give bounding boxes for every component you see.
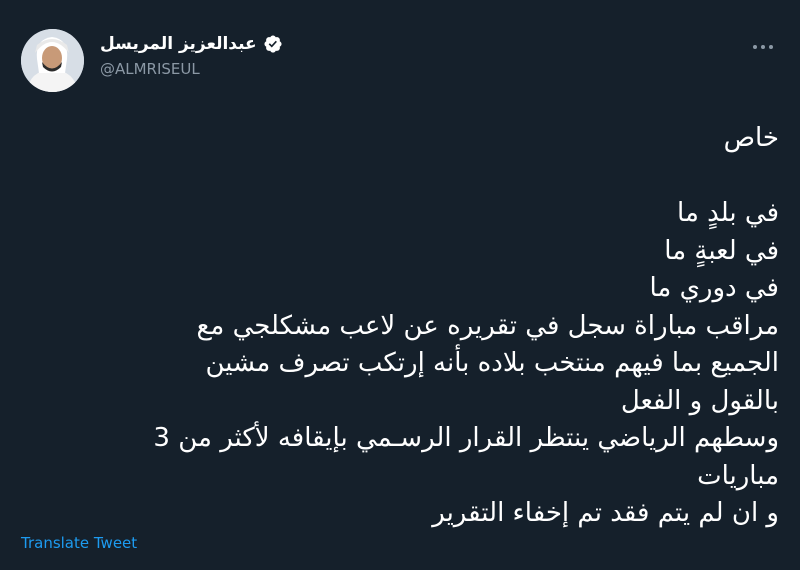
tweet-line: في لعبةٍ ما (664, 235, 779, 266)
author-handle[interactable]: @ALMRISEUL (100, 60, 283, 78)
author-display-name[interactable]: عبدالعزيز المريسل (100, 34, 257, 54)
verified-badge-icon (264, 35, 282, 53)
tweet-line-spacer (59, 158, 779, 196)
tweet-line: في بلدٍ ما (677, 198, 779, 228)
author-name-row: عبدالعزيز المريسل (100, 34, 283, 54)
avatar-image (21, 29, 84, 92)
tweet-line: مراقب مباراة سجل في تقريره عن لاعب مشكلج… (196, 310, 779, 341)
more-options-icon[interactable] (748, 37, 778, 57)
tweet-line: بالقول و الفعل (620, 385, 779, 416)
translate-tweet-link[interactable]: Translate Tweet (21, 534, 137, 552)
tweet-line: خاص (723, 123, 779, 153)
tweet-line: و ان لم يتم فقد تم إخفاء التقرير (432, 498, 779, 528)
tweet-line: في دوري ما (649, 273, 779, 303)
tweet-text: خاص في بلدٍ ما في لعبةٍ ما في دوري ما مر… (59, 120, 779, 533)
tweet-line: وسطهم الرياضي ينتظر القرار الرسـمي بإيقا… (153, 423, 779, 453)
tweet-line: مباريات (697, 460, 779, 491)
avatar[interactable] (21, 29, 84, 92)
tweet-author: عبدالعزيز المريسل @ALMRISEUL (100, 34, 283, 78)
tweet-line: الجميع بما فيهم منتخب بلاده بأنه إرتكب ت… (205, 348, 779, 378)
